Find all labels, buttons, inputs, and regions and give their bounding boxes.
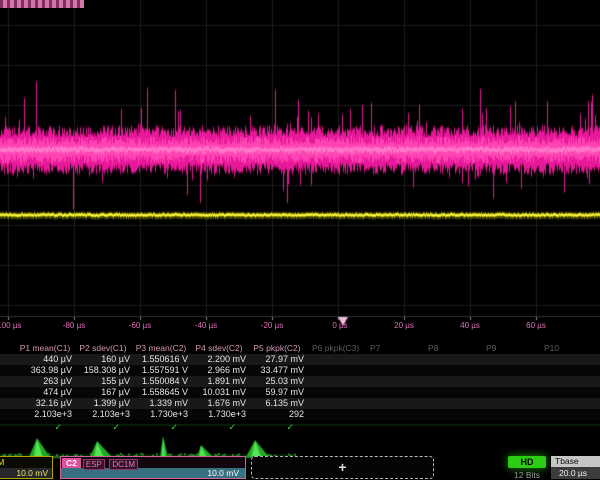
- param-header[interactable]: P3 mean(C2): [132, 342, 190, 354]
- param-value: 32.16 µV: [16, 398, 72, 409]
- param-value: 158.308 µV: [74, 365, 130, 376]
- param-value: 160 µV: [74, 354, 130, 365]
- param-value: 2.200 mV: [190, 354, 246, 365]
- time-axis-label: 40 µs: [460, 321, 480, 330]
- param-header[interactable]: P1 mean(C1): [16, 342, 74, 354]
- param-value: 10.031 mV: [190, 387, 246, 398]
- param-value: 1.550616 V: [132, 354, 188, 365]
- status-check-icon: ✓: [74, 422, 120, 433]
- param-header[interactable]: P11: [596, 342, 600, 354]
- param-value: 1.558645 V: [132, 387, 188, 398]
- param-header[interactable]: P10: [538, 342, 600, 354]
- param-header[interactable]: P9: [480, 342, 544, 354]
- param-value: 167 µV: [74, 387, 130, 398]
- time-axis-label: -60 µs: [129, 321, 151, 330]
- param-value: 1.399 µV: [74, 398, 130, 409]
- time-axis-label: 0 µs: [332, 321, 347, 330]
- c2-coupling-tag: DC1M: [109, 459, 138, 470]
- timebase-value: 20.0 µs: [551, 467, 600, 479]
- c1-label: C1 DC1M: [0, 457, 52, 468]
- status-check-icon: ✓: [190, 422, 236, 433]
- time-axis-label: -80 µs: [63, 321, 85, 330]
- param-value: 155 µV: [74, 376, 130, 387]
- param-value: 292: [248, 409, 304, 420]
- status-check-icon: ✓: [248, 422, 294, 433]
- time-axis-label: -100 µs: [0, 321, 21, 330]
- c2-label: C2: [62, 458, 81, 468]
- param-header[interactable]: P6 pkpk(C3): [306, 342, 370, 354]
- param-value: 363.98 µV: [16, 365, 72, 376]
- measure-table: P1 mean(C1)P2 sdev(C1)P3 mean(C2)P4 sdev…: [0, 342, 600, 436]
- param-value: 440 µV: [16, 354, 72, 365]
- param-header[interactable]: P7: [364, 342, 428, 354]
- param-value: 27.97 mV: [248, 354, 304, 365]
- channel-descriptor-c1[interactable]: C1 DC1M 10.0 mV: [0, 456, 53, 479]
- param-header[interactable]: P8: [422, 342, 486, 354]
- time-axis-label: 60 µs: [526, 321, 546, 330]
- param-value: 1.676 mV: [190, 398, 246, 409]
- channel-descriptor-c2[interactable]: C2 ESP DC1M 10.0 mV: [60, 456, 246, 479]
- param-value: 1.550084 V: [132, 376, 188, 387]
- timebase-descriptor[interactable]: Tbase 20.0 µs: [551, 456, 600, 479]
- param-header[interactable]: P2 sdev(C1): [74, 342, 132, 354]
- param-value: 1.891 mV: [190, 376, 246, 387]
- add-trace-button[interactable]: +: [251, 456, 434, 479]
- time-axis-label: 20 µs: [394, 321, 414, 330]
- resolution-bits-label: 12 Bits: [506, 470, 548, 480]
- time-axis-label: -40 µs: [195, 321, 217, 330]
- c2-label-row: C2 ESP DC1M: [61, 457, 245, 468]
- param-header[interactable]: P5 pkpk(C2): [248, 342, 306, 354]
- hd-mode-badge[interactable]: HD: [508, 456, 546, 468]
- c2-coupling-tag: ESP: [83, 459, 105, 470]
- param-value: 25.03 mV: [248, 376, 304, 387]
- param-value: 2.103e+3: [74, 409, 130, 420]
- param-value: 1.339 mV: [132, 398, 188, 409]
- param-value: 1.730e+3: [190, 409, 246, 420]
- param-value: 6.135 mV: [248, 398, 304, 409]
- timebase-title: Tbase: [551, 456, 600, 467]
- c2-tags: ESP DC1M: [83, 454, 138, 472]
- param-value: 2.103e+3: [16, 409, 72, 420]
- time-axis-label: -20 µs: [261, 321, 283, 330]
- time-axis: -100 µs -80 µs -60 µs -40 µs -20 µs 0 µs 20 µs…: [0, 318, 600, 334]
- c1-scale: 10.0 mV: [0, 468, 52, 478]
- param-value: 1.557591 V: [132, 365, 188, 376]
- param-header[interactable]: P4 sdev(C2): [190, 342, 248, 354]
- param-value: 59.97 mV: [248, 387, 304, 398]
- status-check-icon: ✓: [16, 422, 62, 433]
- param-value: 1.730e+3: [132, 409, 188, 420]
- oscilloscope-screen: -100 µs -80 µs -60 µs -40 µs -20 µs 0 µs 20 µs…: [0, 0, 600, 480]
- param-value: 2.966 mV: [190, 365, 246, 376]
- param-value: 33.477 mV: [248, 365, 304, 376]
- param-value: 474 µV: [16, 387, 72, 398]
- param-value: 263 µV: [16, 376, 72, 387]
- clipped-trace-badge: [0, 0, 84, 8]
- status-check-icon: ✓: [132, 422, 178, 433]
